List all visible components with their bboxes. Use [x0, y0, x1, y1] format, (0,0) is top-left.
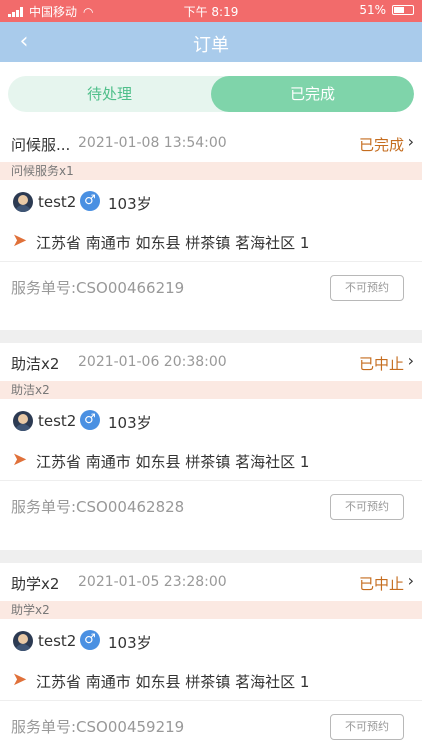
not-bookable-button[interactable]: 不可预约	[330, 494, 404, 520]
user-age: 103岁	[108, 414, 152, 432]
order-card[interactable]: 助学x2 2021-01-05 23:28:00 已中止 › 助学x2 test…	[0, 563, 422, 750]
male-icon: ♂	[80, 630, 100, 650]
user-row: test2 ♂ 103岁	[0, 399, 422, 441]
divider	[0, 550, 422, 562]
avatar	[13, 631, 33, 651]
divider	[0, 330, 422, 342]
order-time: 2021-01-05 23:28:00	[78, 574, 227, 590]
order-items: 助洁x2	[0, 381, 422, 399]
service-name: 助洁x2	[11, 355, 60, 373]
tabs-container: 待处理 已完成	[0, 62, 422, 124]
user-age: 103岁	[108, 634, 152, 652]
order-state: 已中止	[358, 575, 404, 593]
user-name: test2	[38, 412, 77, 430]
user-age: 103岁	[108, 195, 152, 213]
avatar	[13, 192, 33, 212]
order-state: 已中止	[358, 355, 404, 373]
user-row: test2 ♂ 103岁	[0, 619, 422, 661]
order-time: 2021-01-06 20:38:00	[78, 354, 227, 370]
male-icon: ♂	[80, 191, 100, 211]
order-number: 服务单号:CSO00459219	[11, 718, 185, 736]
status-bar: 中国移动 ◠ 下午 8:19 51%	[0, 0, 422, 22]
chevron-right-icon[interactable]: ›	[408, 571, 414, 590]
chevron-right-icon[interactable]: ›	[408, 132, 414, 151]
order-number: 服务单号:CSO00462828	[11, 498, 185, 516]
user-name: test2	[38, 632, 77, 650]
order-time: 2021-01-08 13:54:00	[78, 135, 227, 151]
page-title: 订单	[193, 35, 229, 56]
location-arrow-icon: ➤	[12, 449, 28, 470]
order-items: 问候服务x1	[0, 162, 422, 180]
not-bookable-button[interactable]: 不可预约	[330, 275, 404, 301]
address-text: 江苏省 南通市 如东县 栟茶镇 茗海社区 1	[36, 673, 310, 691]
order-number: 服务单号:CSO00466219	[11, 279, 185, 297]
order-footer: 服务单号:CSO00459219 不可预约	[0, 701, 422, 750]
avatar	[13, 411, 33, 431]
service-name: 问候服...	[11, 136, 71, 154]
status-right: 51%	[359, 3, 414, 17]
order-header[interactable]: 问候服... 2021-01-08 13:54:00 已完成 ›	[0, 124, 422, 162]
tab-pending[interactable]: 待处理	[8, 76, 211, 112]
address-text: 江苏省 南通市 如东县 栟茶镇 茗海社区 1	[36, 234, 310, 252]
location-arrow-icon: ➤	[12, 669, 28, 690]
order-footer: 服务单号:CSO00462828 不可预约	[0, 481, 422, 536]
order-card[interactable]: 问候服... 2021-01-08 13:54:00 已完成 › 问候服务x1 …	[0, 124, 422, 334]
address-text: 江苏省 南通市 如东县 栟茶镇 茗海社区 1	[36, 453, 310, 471]
order-items: 助学x2	[0, 601, 422, 619]
battery-percent: 51%	[359, 3, 386, 17]
male-icon: ♂	[80, 410, 100, 430]
battery-icon	[392, 5, 414, 15]
address-row: ➤ 江苏省 南通市 如东县 栟茶镇 茗海社区 1	[0, 661, 422, 701]
address-row: ➤ 江苏省 南通市 如东县 栟茶镇 茗海社区 1	[0, 441, 422, 481]
order-header[interactable]: 助洁x2 2021-01-06 20:38:00 已中止 ›	[0, 343, 422, 381]
not-bookable-button[interactable]: 不可预约	[330, 714, 404, 740]
tab-completed[interactable]: 已完成	[211, 76, 414, 112]
user-name: test2	[38, 193, 77, 211]
order-footer: 服务单号:CSO00466219 不可预约	[0, 262, 422, 317]
location-arrow-icon: ➤	[12, 230, 28, 251]
service-name: 助学x2	[11, 575, 60, 593]
order-header[interactable]: 助学x2 2021-01-05 23:28:00 已中止 ›	[0, 563, 422, 601]
order-state: 已完成	[358, 136, 404, 154]
order-card[interactable]: 助洁x2 2021-01-06 20:38:00 已中止 › 助洁x2 test…	[0, 343, 422, 553]
nav-header: ‹ 订单	[0, 22, 422, 62]
user-row: test2 ♂ 103岁	[0, 180, 422, 222]
chevron-right-icon[interactable]: ›	[408, 351, 414, 370]
tab-switcher: 待处理 已完成	[8, 76, 414, 112]
address-row: ➤ 江苏省 南通市 如东县 栟茶镇 茗海社区 1	[0, 222, 422, 262]
